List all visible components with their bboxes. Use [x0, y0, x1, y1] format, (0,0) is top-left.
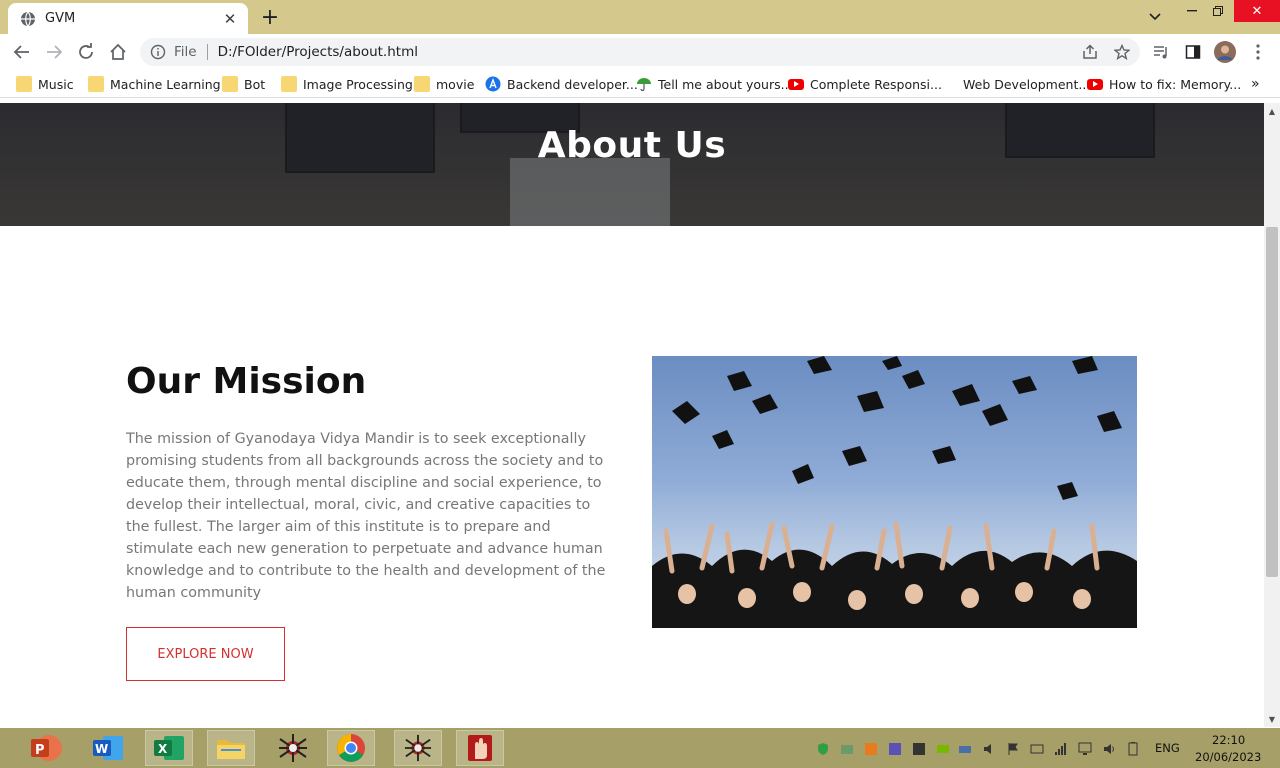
close-window-icon[interactable]: ✕	[1234, 0, 1280, 22]
bookmark-item[interactable]: movie	[414, 75, 474, 93]
battery-icon[interactable]	[1126, 742, 1140, 756]
tray-app-icon[interactable]	[912, 742, 926, 756]
a-logo-icon	[485, 76, 501, 92]
folder-icon	[222, 76, 238, 92]
tray-app-icon[interactable]	[840, 742, 854, 756]
browser-toolbar: File D:/FOlder/Projects/about.html	[0, 34, 1280, 70]
folder-icon	[88, 76, 104, 92]
browser-tab[interactable]: GVM ✕	[8, 3, 248, 34]
file-explorer-icon[interactable]	[207, 730, 255, 766]
language-indicator[interactable]: ENG	[1155, 741, 1180, 755]
page-viewport: About Us Our Mission The mission of Gyan…	[0, 103, 1264, 727]
mission-heading: Our Mission	[126, 361, 367, 402]
page-title: About Us	[537, 125, 727, 166]
folder-icon	[414, 76, 430, 92]
app-hand-icon[interactable]	[456, 730, 504, 766]
bookmark-item[interactable]: Web Development...	[963, 75, 1090, 93]
new-tab-button[interactable]: +	[258, 5, 282, 30]
bookmark-label: Image Processing	[303, 76, 413, 92]
tray-app-icon[interactable]	[958, 742, 972, 756]
profile-avatar[interactable]	[1213, 40, 1237, 64]
excel-icon[interactable]: X	[145, 730, 193, 766]
home-icon[interactable]	[106, 40, 130, 64]
menu-kebab-icon[interactable]	[1246, 40, 1270, 64]
back-icon[interactable]	[10, 40, 34, 64]
bookmark-label: Machine Learning	[110, 76, 221, 92]
youtube-icon	[1087, 78, 1103, 90]
clock-date[interactable]: 20/06/2023	[1195, 750, 1261, 764]
windows-taskbar: P W X ENG 22:10 20/06/2023	[0, 728, 1280, 768]
graduation-illustration	[652, 356, 1137, 628]
signal-icon[interactable]	[1054, 742, 1068, 756]
security-shield-icon[interactable]	[816, 742, 830, 756]
tray-app-icon[interactable]	[864, 742, 878, 756]
url-text[interactable]: D:/FOlder/Projects/about.html	[218, 44, 418, 60]
scroll-up-arrow-icon[interactable]: ▲	[1264, 103, 1280, 119]
bookmark-label: Web Development...	[963, 76, 1091, 92]
minimize-icon[interactable]	[1182, 0, 1202, 22]
youtube-icon	[788, 78, 804, 90]
reload-icon[interactable]	[74, 40, 98, 64]
forward-icon[interactable]	[42, 40, 66, 64]
globe-icon	[21, 11, 35, 26]
network-icon[interactable]	[1078, 742, 1092, 756]
folder-icon	[16, 76, 32, 92]
side-panel-icon[interactable]	[1181, 40, 1205, 64]
bookmark-star-icon[interactable]	[1110, 40, 1134, 64]
bookmark-label: Backend developer...	[507, 76, 638, 92]
nvidia-icon[interactable]	[936, 742, 950, 756]
bookmark-item[interactable]: How to fix: Memory...	[1087, 75, 1241, 93]
clock-time[interactable]: 22:10	[1212, 733, 1245, 747]
graduation-photo	[652, 356, 1137, 628]
folder-icon	[281, 76, 297, 92]
app-spider-icon[interactable]	[269, 730, 317, 766]
powerpoint-icon[interactable]: P	[22, 730, 70, 766]
bookmark-item[interactable]: Bot	[222, 75, 265, 93]
tab-search-chevron-icon[interactable]	[1143, 6, 1167, 28]
vertical-scrollbar[interactable]: ▲ ▼	[1264, 103, 1280, 727]
share-icon[interactable]	[1078, 40, 1102, 64]
bookmark-label: Complete Responsi...	[810, 76, 942, 92]
bookmark-item[interactable]: Image Processing	[281, 75, 413, 93]
bookmark-label: Bot	[244, 76, 266, 92]
address-bar[interactable]: File D:/FOlder/Projects/about.html	[140, 38, 1140, 66]
bookmark-item[interactable]: Music	[16, 75, 74, 93]
action-center-flag-icon[interactable]	[1006, 742, 1020, 756]
keyboard-icon[interactable]	[1030, 742, 1044, 756]
close-tab-icon[interactable]: ✕	[222, 10, 238, 28]
bookmark-item[interactable]: Machine Learning	[88, 75, 221, 93]
bookmark-item[interactable]: Complete Responsi...	[788, 75, 942, 93]
bookmark-label: movie	[436, 76, 475, 92]
word-icon[interactable]: W	[84, 730, 132, 766]
umbrella-icon	[637, 78, 651, 92]
svg-text:X: X	[158, 742, 168, 756]
app-spider-icon[interactable]	[394, 730, 442, 766]
bookmark-label: Tell me about yours...	[658, 76, 793, 92]
bookmark-item[interactable]: Tell me about yours...	[636, 75, 793, 93]
scroll-down-arrow-icon[interactable]: ▼	[1264, 711, 1280, 727]
bookmark-label: Music	[38, 76, 74, 92]
chrome-icon[interactable]	[327, 730, 375, 766]
bookmark-item[interactable]: Backend developer...	[485, 75, 638, 93]
hero-banner: About Us	[0, 103, 1264, 226]
scrollbar-thumb[interactable]	[1266, 227, 1278, 577]
volume-icon[interactable]	[982, 742, 996, 756]
svg-text:P: P	[35, 743, 45, 758]
bookmark-label: How to fix: Memory...	[1109, 76, 1242, 92]
url-separator	[206, 44, 208, 60]
url-scheme-label: File	[174, 44, 197, 60]
media-control-icon[interactable]	[1149, 40, 1173, 64]
svg-text:W: W	[95, 742, 108, 756]
more-bookmarks-button[interactable]: »	[1251, 75, 1260, 93]
restore-icon[interactable]	[1208, 0, 1228, 22]
explore-now-button[interactable]: EXPLORE NOW	[126, 627, 285, 681]
tray-app-icon[interactable]	[888, 742, 902, 756]
mission-paragraph: The mission of Gyanodaya Vidya Mandir is…	[126, 431, 606, 601]
tab-strip: GVM ✕ + ✕	[0, 0, 1280, 34]
info-icon[interactable]	[150, 44, 166, 60]
tab-title: GVM	[45, 11, 76, 26]
bookmarks-bar: Music Machine Learning Bot Image Process…	[0, 70, 1280, 98]
speaker-icon[interactable]	[1102, 742, 1116, 756]
